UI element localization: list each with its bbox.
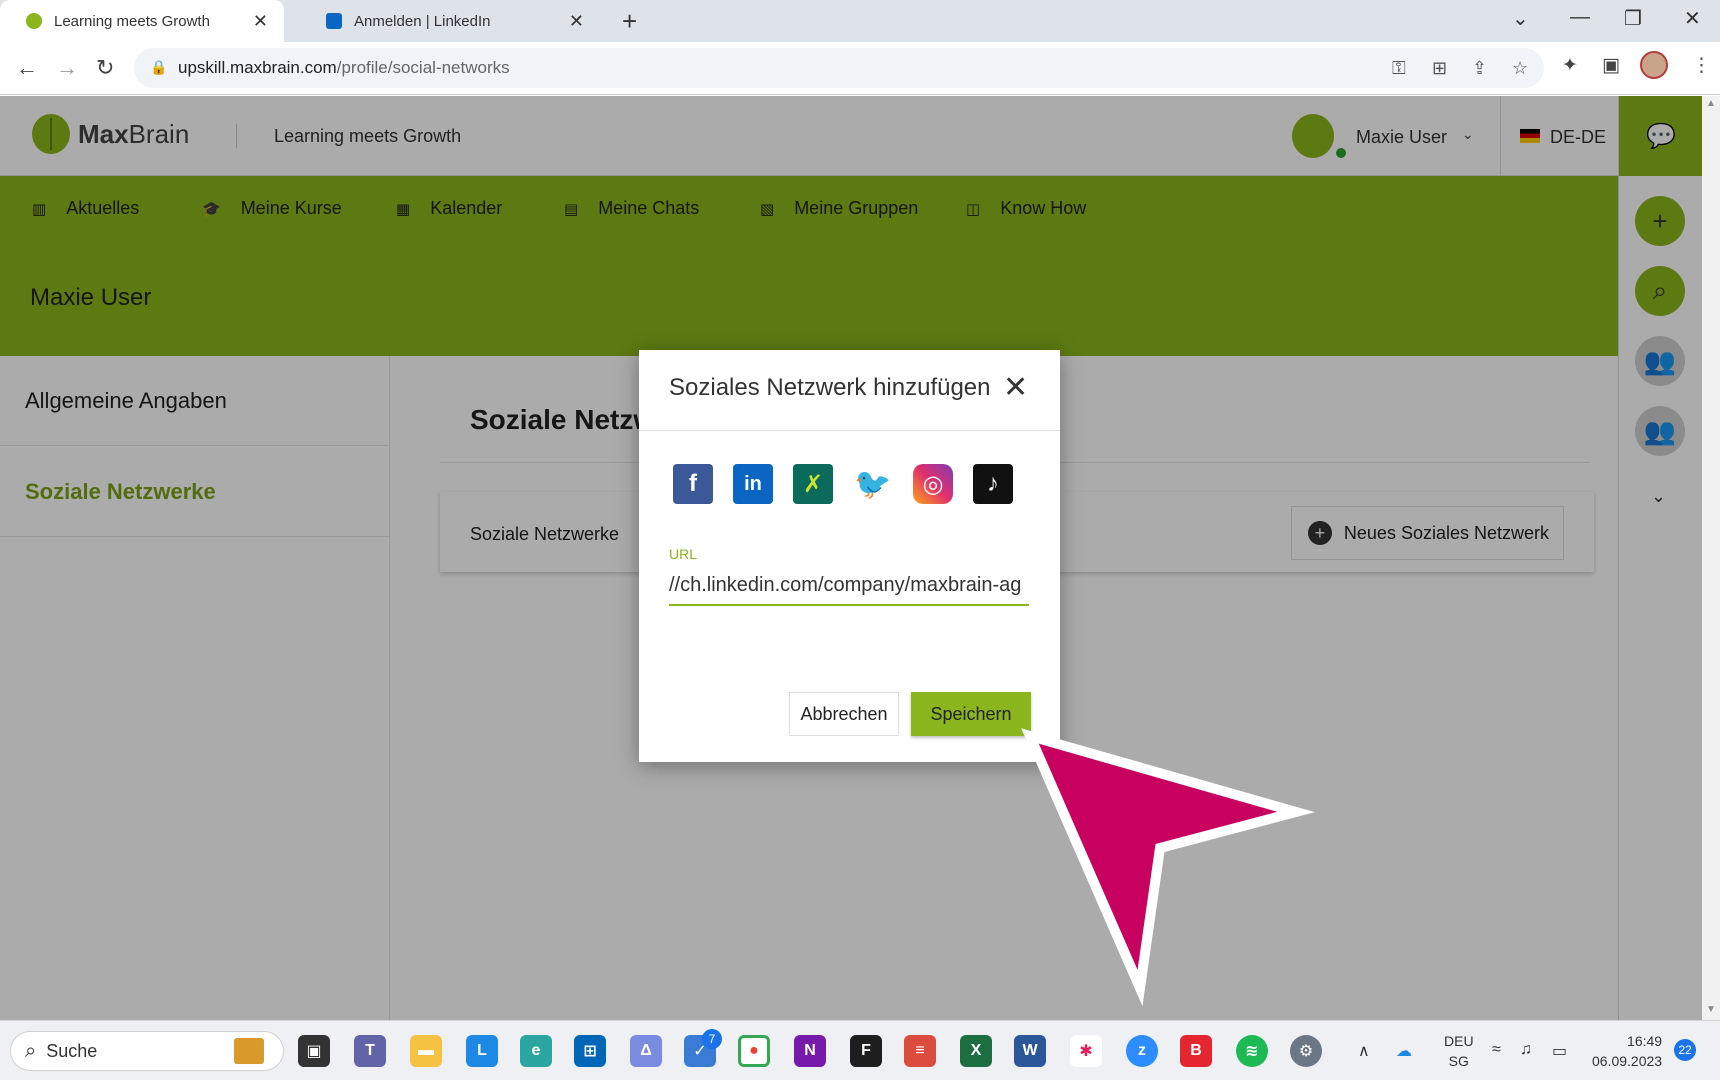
search-placeholder: Suche [46, 1040, 98, 1061]
page-scrollbar[interactable]: ▲ ▼ [1702, 96, 1720, 1020]
task-view-icon[interactable]: ▣ [298, 1035, 330, 1067]
instagram-icon[interactable]: ◎ [913, 464, 953, 504]
save-button[interactable]: Speichern [911, 692, 1031, 736]
todoist-icon[interactable]: ≡ [904, 1035, 936, 1067]
translate-icon[interactable]: ⊞ [1432, 58, 1447, 79]
teams-icon[interactable]: T [354, 1035, 386, 1067]
windows-taskbar: ⌕ Suche ▣ T ▬ L e ⊞ Δ ✓ 7 ● N F ≡ X W ✱ … [0, 1020, 1720, 1080]
tab-title: Learning meets Growth [54, 12, 210, 30]
tab-search-chevron-icon[interactable]: ⌄ [1512, 6, 1529, 31]
cancel-button[interactable]: Abbrechen [789, 692, 899, 736]
browser-toolbar: ← → ↻ 🔒 upskill.maxbrain.com/profile/soc… [0, 42, 1720, 95]
url-path: /profile/social-networks [336, 58, 510, 77]
back-icon[interactable]: ← [16, 55, 38, 81]
scroll-up-icon[interactable]: ▲ [1706, 98, 1716, 109]
onedrive-cloud-icon[interactable]: ☁ [1396, 1041, 1412, 1061]
xing-icon[interactable]: ✗ [793, 464, 833, 504]
onenote-icon[interactable]: N [794, 1035, 826, 1067]
slack-icon[interactable]: ✱ [1070, 1035, 1102, 1067]
system-clock[interactable]: 16:49 06.09.2023 [1592, 1031, 1662, 1071]
triangle-app-icon[interactable]: Δ [630, 1035, 662, 1067]
url-label: URL [669, 546, 698, 562]
excel-icon[interactable]: X [960, 1035, 992, 1067]
tray-chevron-up-icon[interactable]: ∧ [1358, 1041, 1370, 1061]
close-window-icon[interactable]: ✕ [1684, 6, 1701, 31]
social-network-options: f in ✗ 🐦 ◎ ♪ [673, 464, 1033, 504]
extensions-puzzle-icon[interactable]: ✦ [1562, 54, 1578, 77]
tab-learning-meets-growth[interactable]: Learning meets Growth ✕ [0, 0, 284, 42]
edge-icon[interactable]: e [520, 1035, 552, 1067]
todo-badge: 7 [702, 1029, 722, 1049]
facebook-icon[interactable]: f [673, 464, 713, 504]
dialog-divider [639, 430, 1060, 431]
scroll-down-icon[interactable]: ▼ [1706, 1004, 1716, 1015]
key-icon[interactable]: ⚿ [1392, 58, 1406, 79]
notification-count-badge[interactable]: 22 [1674, 1039, 1696, 1061]
url-input[interactable] [669, 566, 1029, 606]
bookmark-star-icon[interactable]: ☆ [1512, 58, 1528, 79]
zoom-icon[interactable]: z [1126, 1035, 1158, 1067]
battery-icon[interactable]: ▭ [1552, 1041, 1567, 1061]
tiktok-icon[interactable]: ♪ [973, 464, 1013, 504]
share-icon[interactable]: ⇪ [1472, 58, 1487, 79]
dialog-title: Soziales Netzwerk hinzufügen [669, 374, 991, 401]
settings-gear-icon[interactable]: ⚙ [1290, 1035, 1322, 1067]
address-bar[interactable]: 🔒 upskill.maxbrain.com/profile/social-ne… [134, 48, 1544, 88]
close-tab-icon[interactable]: ✕ [569, 11, 584, 32]
browser-tabbar: Learning meets Growth ✕ Anmelden | Linke… [0, 0, 1720, 42]
twitter-icon[interactable]: 🐦 [853, 464, 893, 504]
linkedin-icon[interactable]: in [733, 464, 773, 504]
browser-menu-icon[interactable]: ⋮ [1692, 54, 1711, 77]
lang-line: DEU [1444, 1033, 1474, 1049]
clock-date: 06.09.2023 [1592, 1053, 1663, 1069]
minimize-icon[interactable]: — [1570, 6, 1590, 29]
add-social-network-dialog: Soziales Netzwerk hinzufügen ✕ f in ✗ 🐦 … [639, 350, 1060, 762]
forward-icon[interactable]: → [56, 55, 78, 81]
search-icon: ⌕ [25, 1039, 37, 1062]
briefcase-icon[interactable] [234, 1038, 264, 1064]
chrome-icon[interactable]: ● [738, 1035, 770, 1067]
spotify-icon[interactable]: ≋ [1236, 1035, 1268, 1067]
web-page: MaxBrain Learning meets Growth Maxie Use… [0, 96, 1702, 1020]
word-icon[interactable]: W [1014, 1035, 1046, 1067]
input-language-indicator[interactable]: DEU SG [1444, 1031, 1474, 1071]
store-icon[interactable]: ⊞ [574, 1035, 606, 1067]
close-icon[interactable]: ✕ [1003, 370, 1028, 405]
l-app-icon[interactable]: L [466, 1035, 498, 1067]
file-explorer-icon[interactable]: ▬ [410, 1035, 442, 1067]
restore-icon[interactable]: ❐ [1624, 6, 1642, 31]
b-app-icon[interactable]: B [1180, 1035, 1212, 1067]
clock-time: 16:49 [1627, 1033, 1663, 1049]
maxbrain-favicon-icon [26, 13, 42, 29]
new-tab-icon[interactable]: + [622, 6, 637, 37]
close-tab-icon[interactable]: ✕ [253, 11, 268, 32]
figma-icon[interactable]: F [850, 1035, 882, 1067]
lock-icon: 🔒 [150, 59, 168, 75]
side-panel-icon[interactable]: ▣ [1602, 54, 1620, 77]
url-host: upskill.maxbrain.com [178, 58, 337, 77]
wifi-icon[interactable]: ≈ [1492, 1041, 1501, 1059]
lang-line: SG [1448, 1053, 1469, 1069]
linkedin-favicon-icon [326, 13, 342, 29]
tab-linkedin[interactable]: Anmelden | LinkedIn ✕ [300, 0, 600, 42]
tab-title: Anmelden | LinkedIn [354, 12, 491, 30]
browser-profile-avatar[interactable] [1640, 51, 1668, 79]
speaker-icon[interactable]: ♫ [1520, 1041, 1532, 1059]
reload-icon[interactable]: ↻ [96, 55, 114, 81]
